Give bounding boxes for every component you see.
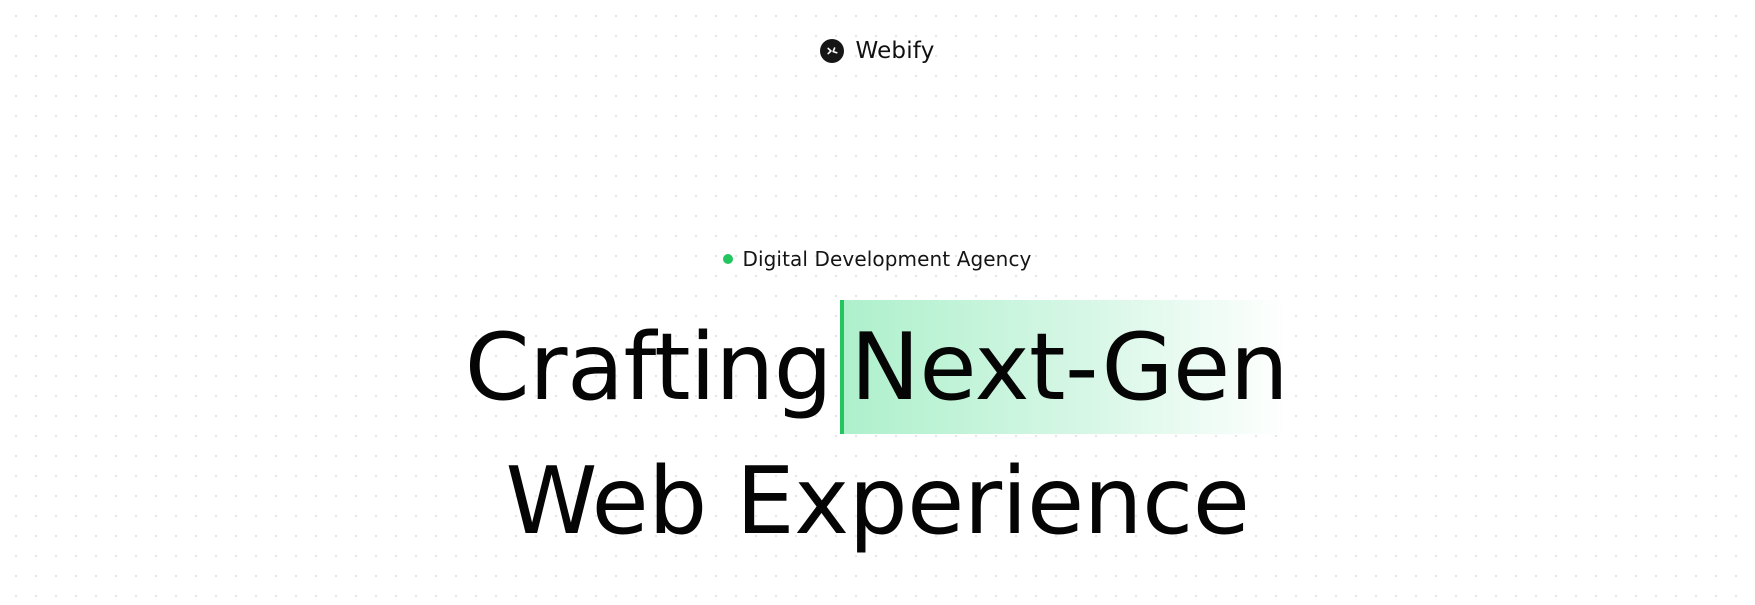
hero-headline: Crafting Next-Gen Web Experience — [0, 300, 1755, 568]
eyebrow-text: Digital Development Agency — [742, 247, 1032, 271]
headline-line-1: Crafting Next-Gen — [0, 300, 1755, 434]
hero-eyebrow: Digital Development Agency — [0, 247, 1755, 271]
headline-line-2: Web Experience — [505, 447, 1250, 555]
brand-logo-link[interactable]: Webify — [0, 38, 1755, 64]
status-dot-icon — [723, 254, 734, 264]
headline-word-crafting: Crafting — [464, 313, 833, 421]
brand-x-icon — [820, 39, 845, 63]
headline-highlight: Next-Gen — [840, 300, 1291, 434]
brand-name: Webify — [855, 38, 935, 64]
